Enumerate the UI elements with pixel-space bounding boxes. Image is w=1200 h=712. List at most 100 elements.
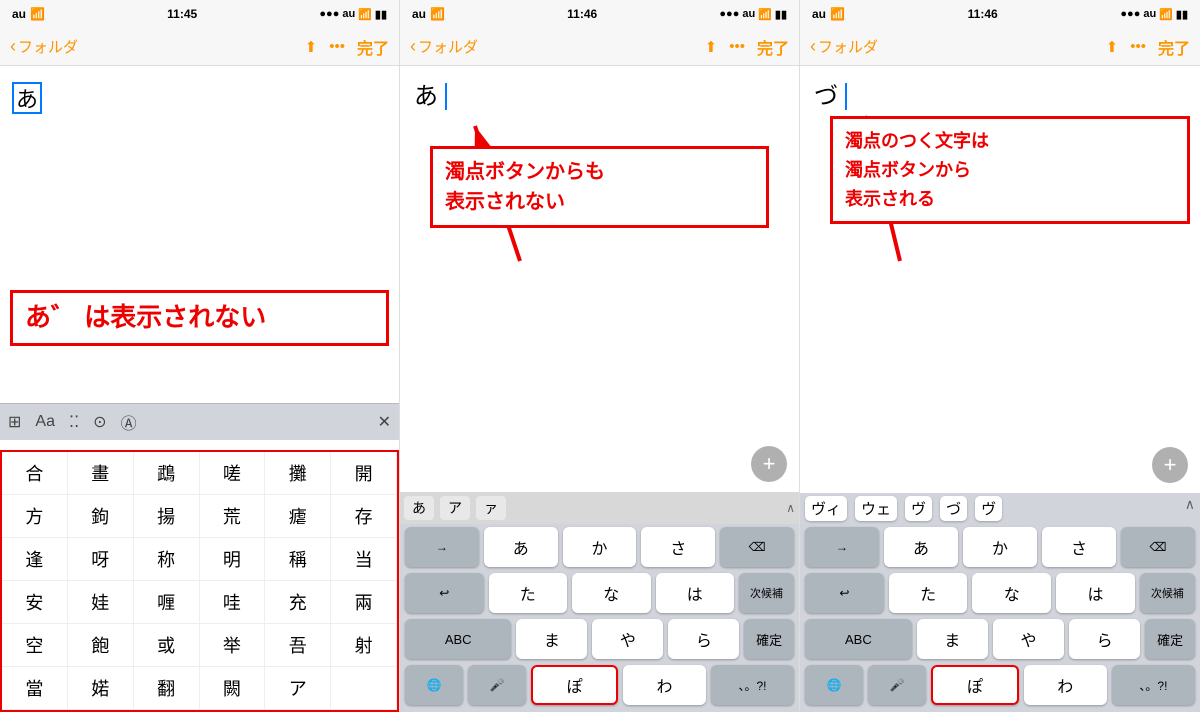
kb-dakuten-key-3[interactable]: ぽ — [931, 665, 1018, 705]
candidate-item[interactable]: ァ — [476, 496, 506, 520]
toolbar-markup-icon[interactable]: Ⓐ — [121, 410, 137, 434]
toolbar-text-icon[interactable]: Aa — [35, 413, 55, 431]
kb-ha-key[interactable]: は — [656, 573, 735, 613]
kb-a-key-3[interactable]: あ — [884, 527, 958, 567]
kb-arrow-key[interactable]: → — [405, 527, 479, 567]
kb-ta-key[interactable]: た — [489, 573, 568, 613]
toolbar-table-icon[interactable]: ⊞ — [8, 412, 21, 432]
kanji-cell[interactable]: 安 — [2, 581, 68, 624]
candidate-item[interactable]: ア — [440, 496, 470, 520]
share-icon-3[interactable]: ⬆ — [1106, 38, 1119, 56]
kanji-cell[interactable]: 開 — [331, 452, 397, 495]
kb-wa-key[interactable]: わ — [623, 665, 706, 705]
dk-vi-key[interactable]: ヴィ — [805, 496, 847, 521]
kb-na-key[interactable]: な — [572, 573, 651, 613]
dk-dzu-key[interactable]: づ — [940, 496, 967, 521]
toolbar-camera-icon[interactable]: ⊙ — [93, 412, 106, 432]
back-button-2[interactable]: ‹ フォルダ — [410, 36, 478, 57]
kb-mic-key[interactable]: 🎤 — [468, 665, 526, 705]
kanji-cell[interactable]: 畫 — [68, 452, 134, 495]
dk-vu2-key[interactable]: ヴ — [975, 496, 1002, 521]
toolbar-close-icon[interactable]: ✕ — [378, 412, 391, 432]
kb-ka-key-3[interactable]: か — [963, 527, 1037, 567]
kanji-cell[interactable]: 荒 — [200, 495, 266, 538]
kb-dakuten-key-2[interactable]: ぽ — [531, 665, 618, 705]
kb-ma-key-3[interactable]: ま — [917, 619, 988, 659]
kb-confirm-key[interactable]: 確定 — [744, 619, 794, 659]
kb-globe-key[interactable]: 🌐 — [405, 665, 463, 705]
kb-delete-key[interactable]: ⌫ — [720, 527, 794, 567]
kanji-cell[interactable]: ア — [265, 667, 331, 710]
kanji-cell[interactable]: 方 — [2, 495, 68, 538]
kanji-cell[interactable]: 瘧 — [265, 495, 331, 538]
kanji-cell[interactable]: 攤 — [265, 452, 331, 495]
kb-ma-key[interactable]: ま — [516, 619, 587, 659]
kb-arrow-key-3[interactable]: → — [805, 527, 879, 567]
plus-button-2[interactable]: + — [751, 446, 787, 482]
kanji-cell[interactable]: 存 — [331, 495, 397, 538]
kb-sa-key[interactable]: さ — [641, 527, 715, 567]
candidate-expand-2[interactable]: ∧ — [786, 501, 795, 515]
kanji-cell[interactable]: 当 — [331, 538, 397, 581]
kb-wa-key-3[interactable]: わ — [1024, 665, 1107, 705]
kb-a-key[interactable]: あ — [484, 527, 558, 567]
done-button-2[interactable]: 完了 — [757, 35, 789, 59]
kanji-cell[interactable]: 呀 — [68, 538, 134, 581]
kb-ya-key-3[interactable]: や — [993, 619, 1064, 659]
kanji-cell[interactable]: 婼 — [68, 667, 134, 710]
kanji-cell[interactable]: 揚 — [134, 495, 200, 538]
kb-ka-key[interactable]: か — [563, 527, 637, 567]
kb-confirm-key-3[interactable]: 確定 — [1145, 619, 1195, 659]
toolbar-list-icon[interactable]: ⁚⁚ — [69, 412, 79, 432]
share-icon-2[interactable]: ⬆ — [705, 38, 718, 56]
kanji-cell[interactable]: 喱 — [134, 581, 200, 624]
kb-punct-key-3[interactable]: 、。?! — [1112, 665, 1195, 705]
kb-candidates-key[interactable]: 次候補 — [739, 573, 794, 613]
kanji-cell[interactable]: 逢 — [2, 538, 68, 581]
kanji-cell[interactable]: 明 — [200, 538, 266, 581]
done-button-3[interactable]: 完了 — [1158, 35, 1190, 59]
more-icon-3[interactable]: ••• — [1130, 38, 1146, 55]
kb-return-key-3[interactable]: ↩ — [805, 573, 884, 613]
kanji-cell[interactable]: 飽 — [68, 624, 134, 667]
dk-vu-key[interactable]: ヴ — [905, 496, 932, 521]
kanji-cell[interactable]: 娃 — [68, 581, 134, 624]
kb-delete-key-3[interactable]: ⌫ — [1121, 527, 1195, 567]
kb-candidates-key-3[interactable]: 次候補 — [1140, 573, 1195, 613]
kanji-cell[interactable]: 充 — [265, 581, 331, 624]
candidate-item[interactable]: あ — [404, 496, 434, 520]
kb-abc-key-3[interactable]: ABC — [805, 619, 912, 659]
kb-globe-key-3[interactable]: 🌐 — [805, 665, 863, 705]
kb-na-key-3[interactable]: な — [972, 573, 1051, 613]
done-button-1[interactable]: 完了 — [357, 35, 389, 59]
kanji-cell[interactable]: 空 — [2, 624, 68, 667]
kanji-cell[interactable]: 當 — [2, 667, 68, 710]
back-button-3[interactable]: ‹ フォルダ — [810, 36, 878, 57]
kanji-cell[interactable] — [331, 667, 397, 710]
plus-button-3[interactable]: + — [1152, 447, 1188, 483]
kanji-cell[interactable]: 闕 — [200, 667, 266, 710]
kanji-cell[interactable]: 嗟 — [200, 452, 266, 495]
kb-ra-key[interactable]: ら — [668, 619, 739, 659]
kb-punct-key[interactable]: 、。?! — [711, 665, 794, 705]
kb-sa-key-3[interactable]: さ — [1042, 527, 1116, 567]
kb-ya-key[interactable]: や — [592, 619, 663, 659]
kanji-cell[interactable]: 兩 — [331, 581, 397, 624]
kanji-cell[interactable]: 稱 — [265, 538, 331, 581]
kanji-cell[interactable]: 称 — [134, 538, 200, 581]
kanji-cell[interactable]: 鉤 — [68, 495, 134, 538]
kb-mic-key-3[interactable]: 🎤 — [868, 665, 926, 705]
kanji-cell[interactable]: 合 — [2, 452, 68, 495]
kanji-cell[interactable]: 或 — [134, 624, 200, 667]
kb-ha-key-3[interactable]: は — [1056, 573, 1135, 613]
candidate-expand-3[interactable]: ∧ — [1185, 496, 1195, 521]
kanji-cell[interactable]: 鵡 — [134, 452, 200, 495]
kb-return-key[interactable]: ↩ — [405, 573, 484, 613]
kanji-cell[interactable]: 举 — [200, 624, 266, 667]
kanji-cell[interactable]: 射 — [331, 624, 397, 667]
back-button-1[interactable]: ‹ フォルダ — [10, 36, 78, 57]
dk-we-key[interactable]: ウェ — [855, 496, 897, 521]
share-icon-1[interactable]: ⬆ — [305, 38, 318, 56]
kanji-cell[interactable]: 翻 — [134, 667, 200, 710]
kanji-cell[interactable]: 哇 — [200, 581, 266, 624]
